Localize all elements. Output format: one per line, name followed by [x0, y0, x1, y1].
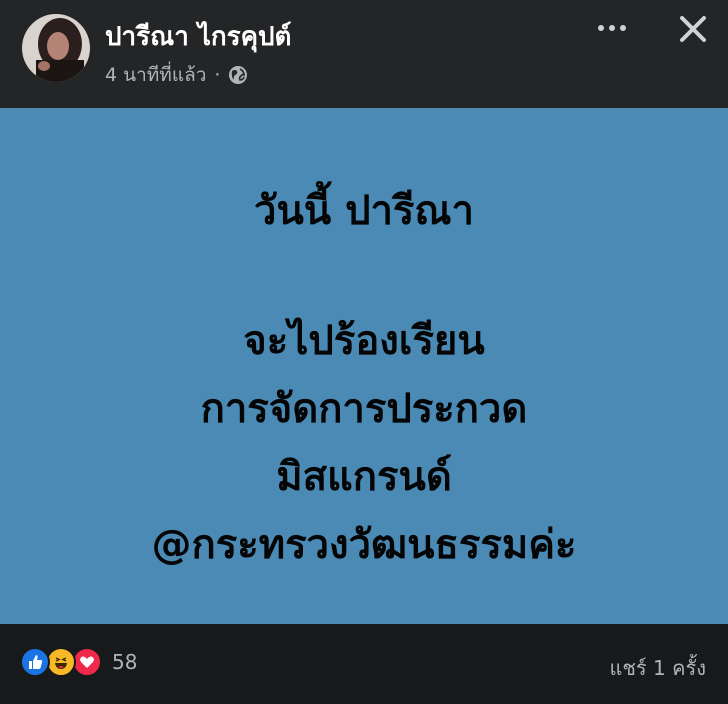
post-text-line: จะไปร้องเรียน: [243, 318, 485, 364]
dot: [620, 25, 626, 31]
post-time[interactable]: 4 นาทีที่แล้ว: [105, 60, 206, 90]
post-content: วันนี้ ปารีณา จะไปร้องเรียน การจัดการประ…: [0, 108, 728, 624]
reaction-count: 58: [112, 650, 138, 674]
post-text-line: วันนี้ ปารีณา: [254, 188, 474, 234]
post-text-line[interactable]: @กระทรวงวัฒนธรรมค่ะ: [0, 512, 728, 576]
avatar-photo: [22, 14, 90, 82]
author-name[interactable]: ปารีณา ไกรคุปต์: [105, 16, 291, 57]
dot: [598, 25, 604, 31]
reactions-summary[interactable]: 58: [20, 646, 137, 678]
close-icon[interactable]: [672, 8, 714, 50]
post-text-line: การจัดการประกวด: [200, 386, 528, 432]
meta-separator: ·: [214, 64, 221, 86]
avatar[interactable]: [22, 14, 90, 82]
globe-icon[interactable]: [228, 65, 248, 85]
dot: [609, 25, 615, 31]
more-horizontal-icon[interactable]: [592, 18, 632, 38]
post-footer: 58 แชร์ 1 ครั้ง: [0, 624, 728, 704]
haha-icon: [46, 647, 76, 677]
like-icon: [20, 647, 50, 677]
post-header: ปารีณา ไกรคุปต์ 4 นาทีที่แล้ว ·: [0, 0, 728, 108]
love-icon: [72, 647, 102, 677]
post-text-line: มิสแกรนด์: [276, 454, 452, 500]
post-meta: 4 นาทีที่แล้ว ·: [105, 60, 248, 90]
shares-count[interactable]: แชร์ 1 ครั้ง: [609, 652, 706, 684]
